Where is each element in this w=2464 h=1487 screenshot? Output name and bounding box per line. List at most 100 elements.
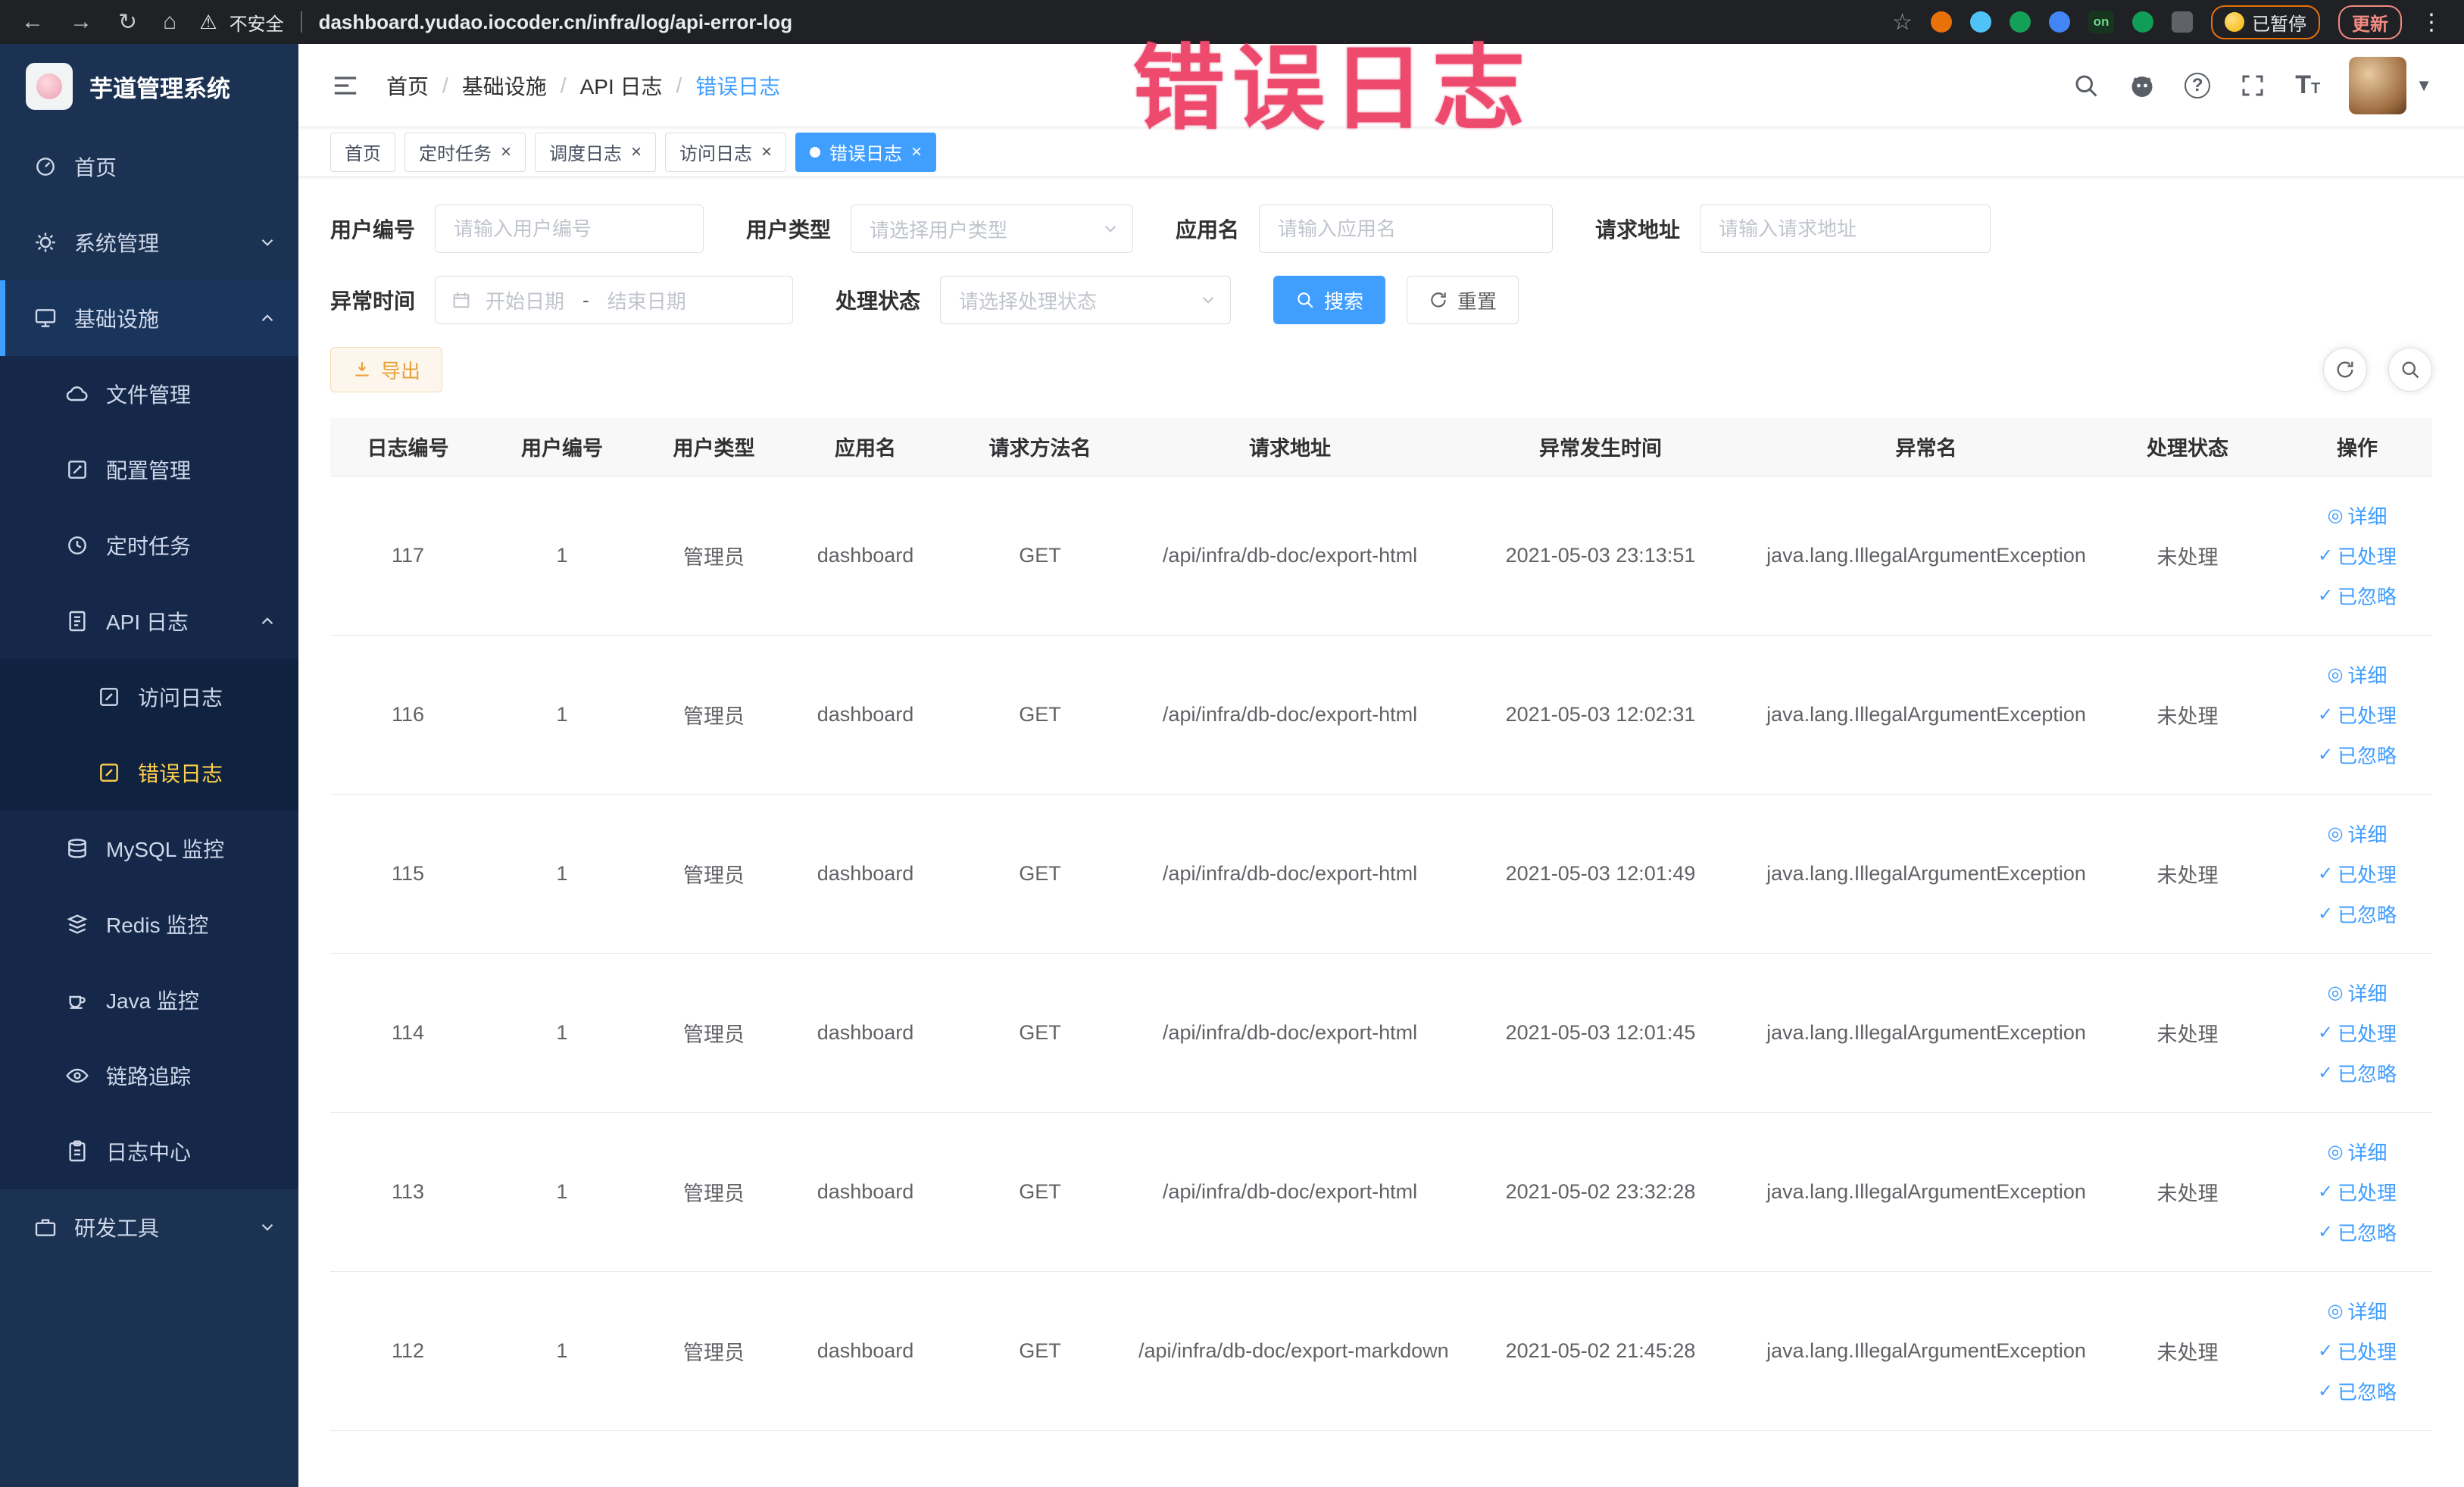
close-tab-icon[interactable]: × (911, 142, 922, 161)
update-button[interactable]: 更新 (2338, 5, 2402, 39)
ignore-link[interactable]: ✓ 已忽略 (2318, 582, 2397, 610)
sidebar-item-file-management[interactable]: 文件管理 (0, 356, 298, 432)
error-log-table: 日志编号 用户编号 用户类型 应用名 请求方法名 请求地址 异常发生时间 异常名… (330, 418, 2432, 1431)
browser-menu-icon[interactable]: ⋮ (2420, 9, 2443, 36)
font-size-icon[interactable]: TT (2295, 70, 2320, 100)
back-icon[interactable]: ← (21, 9, 44, 35)
sidebar-item-scheduled-jobs[interactable]: 定时任务 (0, 508, 298, 583)
detail-link[interactable]: ◎ 详细 (2328, 1297, 2387, 1325)
close-tab-icon[interactable]: × (631, 142, 642, 161)
cell-user-type: 管理员 (639, 794, 789, 954)
tab-home[interactable]: 首页 (330, 132, 395, 172)
user-menu[interactable]: ▼ (2349, 56, 2432, 114)
logo-image (26, 63, 73, 110)
detail-link[interactable]: ◎ 详细 (2328, 820, 2387, 848)
search-icon[interactable] (2072, 72, 2100, 99)
reload-icon[interactable]: ↻ (118, 9, 137, 36)
sidebar-item-system[interactable]: 系统管理 (0, 205, 298, 280)
processed-link[interactable]: ✓ 已处理 (2318, 701, 2397, 729)
ignore-link[interactable]: ✓ 已忽略 (2318, 1218, 2397, 1246)
sidebar-item-trace[interactable]: 链路追踪 (0, 1038, 298, 1114)
sidebar-item-label: 日志中心 (106, 1141, 192, 1164)
app-name-input[interactable] (1259, 205, 1554, 253)
sidebar-item-devtools[interactable]: 研发工具 (0, 1189, 298, 1265)
processed-link[interactable]: ✓ 已处理 (2318, 1337, 2397, 1365)
processed-link[interactable]: ✓ 已处理 (2318, 1019, 2397, 1047)
sidebar-item-redis-monitor[interactable]: Redis 监控 (0, 886, 298, 962)
request-url-input[interactable] (1700, 205, 1991, 253)
search-button[interactable]: 搜索 (1273, 276, 1386, 324)
extension-icon[interactable] (1970, 11, 1991, 33)
browser-home-icon[interactable]: ⌂ (163, 9, 176, 35)
reset-button[interactable]: 重置 (1407, 276, 1519, 324)
processed-link[interactable]: ✓ 已处理 (2318, 860, 2397, 888)
filter-label: 处理状态 (835, 289, 921, 313)
avatar (2349, 56, 2407, 114)
detail-link[interactable]: ◎ 详细 (2328, 1138, 2387, 1166)
close-tab-icon[interactable]: × (761, 142, 772, 161)
refresh-table-button[interactable] (2323, 348, 2367, 392)
ignore-link[interactable]: ✓ 已忽略 (2318, 741, 2397, 769)
tab-scheduled-jobs[interactable]: 定时任务 × (404, 132, 526, 172)
sidebar-item-mysql-monitor[interactable]: MySQL 监控 (0, 811, 298, 886)
detail-link[interactable]: ◎ 详细 (2328, 501, 2387, 530)
check-icon: ✓ (2317, 585, 2334, 606)
sidebar-item-java-monitor[interactable]: Java 监控 (0, 962, 298, 1038)
ignore-link[interactable]: ✓ 已忽略 (2318, 1059, 2397, 1087)
fullscreen-icon[interactable] (2239, 72, 2266, 99)
detail-link[interactable]: ◎ 详细 (2328, 661, 2387, 689)
table-row: 117 1 管理员 dashboard GET /api/infra/db-do… (330, 476, 2432, 636)
filter-label: 用户编号 (330, 218, 416, 242)
detail-link[interactable]: ◎ 详细 (2328, 979, 2387, 1007)
breadcrumb-separator: / (676, 73, 682, 97)
hamburger-icon[interactable] (330, 70, 361, 101)
paused-badge[interactable]: 已暂停 (2211, 5, 2320, 39)
close-tab-icon[interactable]: × (501, 142, 511, 161)
ignore-link[interactable]: ✓ 已忽略 (2318, 1377, 2397, 1405)
forward-icon[interactable]: → (70, 9, 92, 35)
help-icon[interactable]: ? (2184, 72, 2211, 98)
paused-badge-label: 已暂停 (2252, 14, 2306, 35)
tab-label: 访问日志 (679, 144, 753, 164)
cell-log-id: 114 (330, 953, 486, 1113)
sidebar-item-home[interactable]: 首页 (0, 129, 298, 205)
extension-on-icon[interactable]: on (2088, 11, 2114, 33)
extension-icon[interactable] (2049, 11, 2070, 33)
date-range-picker[interactable]: 开始日期 - 结束日期 (435, 276, 794, 324)
user-id-input[interactable] (435, 205, 704, 253)
table-tools (2323, 348, 2432, 392)
breadcrumb-item[interactable]: 首页 (386, 70, 429, 101)
filter-process-status: 处理状态 请选择处理状态 (835, 276, 1232, 324)
column-settings-button[interactable] (2388, 348, 2432, 392)
processed-link[interactable]: ✓ 已处理 (2318, 542, 2397, 570)
extension-icon[interactable] (2172, 11, 2193, 33)
export-button[interactable]: 导出 (330, 347, 443, 392)
ignore-link[interactable]: ✓ 已忽略 (2318, 900, 2397, 928)
cell-exception-time: 2021-05-03 12:01:45 (1441, 953, 1760, 1113)
cloud-icon (65, 382, 89, 406)
process-status-select[interactable]: 请选择处理状态 (940, 276, 1232, 324)
bookmark-star-icon[interactable]: ☆ (1892, 9, 1913, 36)
sidebar-item-infra[interactable]: 基础设施 (0, 280, 298, 356)
sidebar-item-log-center[interactable]: 日志中心 (0, 1114, 298, 1189)
breadcrumb-item[interactable]: 基础设施 (462, 70, 547, 101)
processed-link[interactable]: ✓ 已处理 (2318, 1178, 2397, 1206)
tab-schedule-log[interactable]: 调度日志 × (535, 132, 657, 172)
app-logo[interactable]: 芋道管理系统 (0, 44, 298, 129)
tab-error-log[interactable]: 错误日志 × (795, 132, 937, 172)
extension-icon[interactable] (2132, 11, 2153, 33)
column-header: 处理状态 (2093, 418, 2282, 476)
sidebar-item-api-log[interactable]: API 日志 (0, 583, 298, 659)
sidebar-item-error-log[interactable]: 错误日志 (0, 735, 298, 811)
github-icon[interactable] (2128, 72, 2156, 99)
filter-exception-time: 异常时间 开始日期 - 结束日期 (330, 276, 794, 324)
sidebar-item-config-management[interactable]: 配置管理 (0, 432, 298, 508)
extension-icon[interactable] (2010, 11, 2031, 33)
user-type-select[interactable]: 请选择用户类型 (851, 205, 1134, 253)
extension-icon[interactable] (1931, 11, 1952, 33)
address-bar[interactable]: ⚠ 不安全 dashboard.yudao.iocoder.cn/infra/l… (199, 9, 1869, 36)
breadcrumb-item[interactable]: API 日志 (580, 70, 663, 101)
sidebar-item-access-log[interactable]: 访问日志 (0, 659, 298, 735)
cell-user-id: 1 (486, 1271, 639, 1431)
tab-access-log[interactable]: 访问日志 × (665, 132, 787, 172)
